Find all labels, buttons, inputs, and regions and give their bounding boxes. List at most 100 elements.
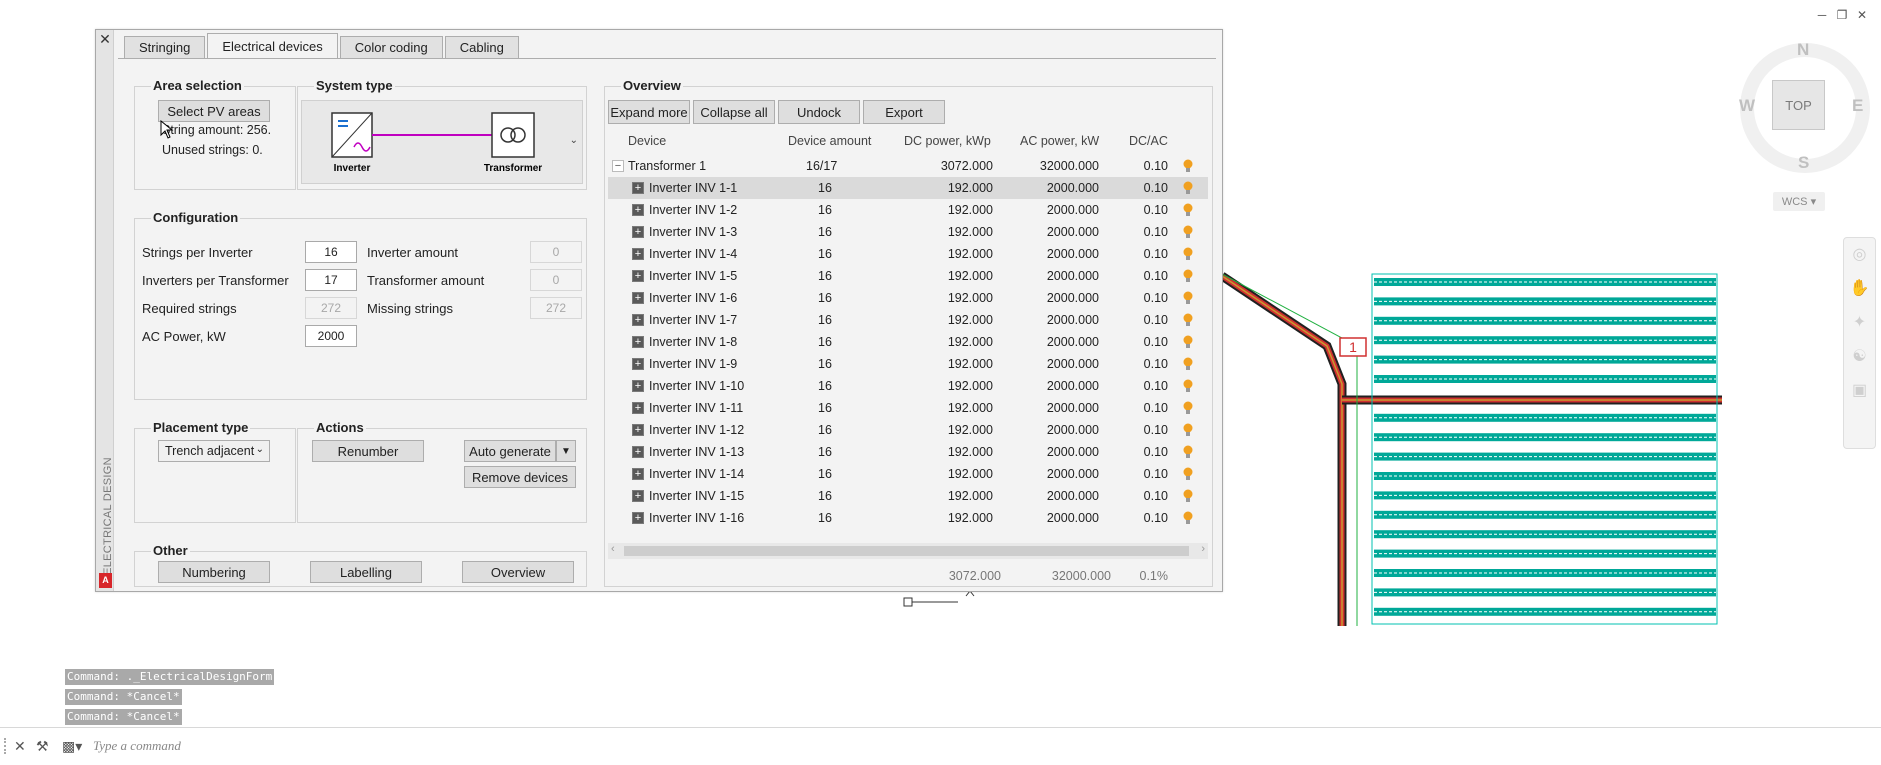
pv-layout-drawing[interactable]: 1 [1222, 266, 1722, 626]
expand-icon[interactable]: + [632, 226, 644, 238]
expand-icon[interactable]: + [632, 182, 644, 194]
numbering-button[interactable]: Numbering [158, 561, 270, 583]
grip-handle[interactable] [4, 738, 8, 754]
command-input[interactable]: Type a command [93, 738, 181, 754]
expand-icon[interactable]: + [632, 358, 644, 370]
expand-icon[interactable]: + [632, 248, 644, 260]
showmotion-icon[interactable]: ▣ [1848, 380, 1871, 408]
inverters-per-transformer-input[interactable]: 17 [305, 269, 357, 291]
command-prompt-icon[interactable]: ▩▾ [62, 738, 82, 755]
table-row[interactable]: + Inverter INV 1-11 16 192.000 2000.000 0.10 [608, 397, 1208, 419]
table-row[interactable]: + Inverter INV 1-7 16 192.000 2000.000 0.10 [608, 309, 1208, 331]
strings-per-inverter-input[interactable]: 16 [305, 241, 357, 263]
tab-electrical-devices[interactable]: Electrical devices [207, 33, 338, 58]
expand-icon[interactable]: + [632, 292, 644, 304]
auto-generate-button[interactable]: Auto generate [464, 440, 556, 462]
table-row[interactable]: + Inverter INV 1-2 16 192.000 2000.000 0.10 [608, 199, 1208, 221]
orbit-icon[interactable]: ☯ [1848, 346, 1871, 374]
lightbulb-icon[interactable] [1182, 445, 1194, 459]
table-row[interactable]: + Inverter INV 1-13 16 192.000 2000.000 0.10 [608, 441, 1208, 463]
table-row[interactable]: + Inverter INV 1-3 16 192.000 2000.000 0.10 [608, 221, 1208, 243]
expand-icon[interactable]: + [632, 402, 644, 414]
horizontal-scrollbar[interactable]: ‹ › [608, 543, 1208, 559]
zoom-icon[interactable]: ✦ [1848, 312, 1871, 340]
labelling-button[interactable]: Labelling [310, 561, 422, 583]
table-row[interactable]: + Inverter INV 1-5 16 192.000 2000.000 0.10 [608, 265, 1208, 287]
renumber-button[interactable]: Renumber [312, 440, 424, 462]
column-header-dc-ac[interactable]: DC/AC [1129, 134, 1168, 148]
lightbulb-icon[interactable] [1182, 269, 1194, 283]
scroll-left-icon[interactable]: ‹ [611, 543, 615, 555]
close-icon[interactable]: ✕ [14, 738, 26, 755]
wcs-menu[interactable]: WCS ▾ [1773, 192, 1825, 211]
column-header-device[interactable]: Device [628, 134, 666, 148]
lightbulb-icon[interactable] [1182, 379, 1194, 393]
chevron-down-icon[interactable]: ⌄ [570, 135, 578, 146]
compass-south[interactable]: S [1798, 153, 1809, 173]
column-header-dc-power[interactable]: DC power, kWp [904, 134, 991, 148]
table-row[interactable]: + Inverter INV 1-15 16 192.000 2000.000 0.10 [608, 485, 1208, 507]
lightbulb-icon[interactable] [1182, 203, 1194, 217]
expand-icon[interactable]: + [632, 512, 644, 524]
collapse-icon[interactable]: − [612, 160, 624, 172]
lightbulb-icon[interactable] [1182, 335, 1194, 349]
table-row[interactable]: + Inverter INV 1-4 16 192.000 2000.000 0.10 [608, 243, 1208, 265]
table-row[interactable]: + Inverter INV 1-10 16 192.000 2000.000 0.10 [608, 375, 1208, 397]
viewcube[interactable]: N S E W TOP [1735, 28, 1875, 178]
lightbulb-icon[interactable] [1182, 511, 1194, 525]
viewcube-top-face[interactable]: TOP [1772, 80, 1825, 130]
expand-more-button[interactable]: Expand more [608, 100, 690, 124]
lightbulb-icon[interactable] [1182, 291, 1194, 305]
compass-north[interactable]: N [1797, 40, 1809, 60]
export-button[interactable]: Export [863, 100, 945, 124]
table-row[interactable]: + Inverter INV 1-6 16 192.000 2000.000 0.10 [608, 287, 1208, 309]
table-row-transformer[interactable]: − Transformer 1 16/17 3072.000 32000.000… [608, 155, 1208, 177]
expand-icon[interactable]: + [632, 446, 644, 458]
auto-generate-dropdown-button[interactable]: ▼ [556, 440, 576, 462]
expand-icon[interactable]: + [632, 380, 644, 392]
lightbulb-icon[interactable] [1182, 489, 1194, 503]
tab-color-coding[interactable]: Color coding [339, 36, 443, 58]
close-icon[interactable]: ✕ [98, 32, 112, 46]
table-row[interactable]: + Inverter INV 1-8 16 192.000 2000.000 0.10 [608, 331, 1208, 353]
minimize-icon[interactable]: ─ [1815, 8, 1829, 22]
scroll-right-icon[interactable]: › [1201, 543, 1205, 555]
close-icon[interactable]: ✕ [1855, 8, 1869, 22]
table-row[interactable]: + Inverter INV 1-12 16 192.000 2000.000 0.10 [608, 419, 1208, 441]
remove-devices-button[interactable]: Remove devices [464, 466, 576, 488]
lightbulb-icon[interactable] [1182, 401, 1194, 415]
compass-east[interactable]: E [1852, 96, 1863, 116]
wrench-icon[interactable]: ⚒ [36, 738, 49, 755]
tab-stringing[interactable]: Stringing [124, 36, 206, 58]
expand-icon[interactable]: + [632, 314, 644, 326]
column-header-ac-power[interactable]: AC power, kW [1020, 134, 1099, 148]
select-pv-areas-button[interactable]: Select PV areas [158, 100, 270, 122]
lightbulb-icon[interactable] [1182, 181, 1194, 195]
table-row[interactable]: + Inverter INV 1-16 16 192.000 2000.000 0.10 [608, 507, 1208, 529]
table-row[interactable]: + Inverter INV 1-14 16 192.000 2000.000 0.10 [608, 463, 1208, 485]
expand-icon[interactable]: + [632, 336, 644, 348]
ac-power-input[interactable]: 2000 [305, 325, 357, 347]
lightbulb-icon[interactable] [1182, 467, 1194, 481]
steering-wheel-icon[interactable]: ◎ [1848, 244, 1871, 272]
expand-icon[interactable]: + [632, 204, 644, 216]
scrollbar-thumb[interactable] [624, 546, 1189, 556]
table-row[interactable]: + Inverter INV 1-1 16 192.000 2000.000 0.10 [608, 177, 1208, 199]
lightbulb-icon[interactable] [1182, 159, 1194, 173]
expand-icon[interactable]: + [632, 270, 644, 282]
expand-icon[interactable]: + [632, 468, 644, 480]
column-header-device-amount[interactable]: Device amount [788, 134, 871, 148]
table-row[interactable]: + Inverter INV 1-9 16 192.000 2000.000 0.10 [608, 353, 1208, 375]
restore-icon[interactable]: ❐ [1835, 8, 1849, 22]
lightbulb-icon[interactable] [1182, 225, 1194, 239]
expand-icon[interactable]: + [632, 490, 644, 502]
lightbulb-icon[interactable] [1182, 423, 1194, 437]
undock-button[interactable]: Undock [778, 100, 860, 124]
lightbulb-icon[interactable] [1182, 247, 1194, 261]
collapse-all-button[interactable]: Collapse all [693, 100, 775, 124]
placement-type-select[interactable]: Trench adjacent ⌄ [158, 440, 270, 462]
lightbulb-icon[interactable] [1182, 357, 1194, 371]
compass-west[interactable]: W [1739, 96, 1755, 116]
tab-cabling[interactable]: Cabling [444, 36, 519, 58]
overview-button[interactable]: Overview [462, 561, 574, 583]
